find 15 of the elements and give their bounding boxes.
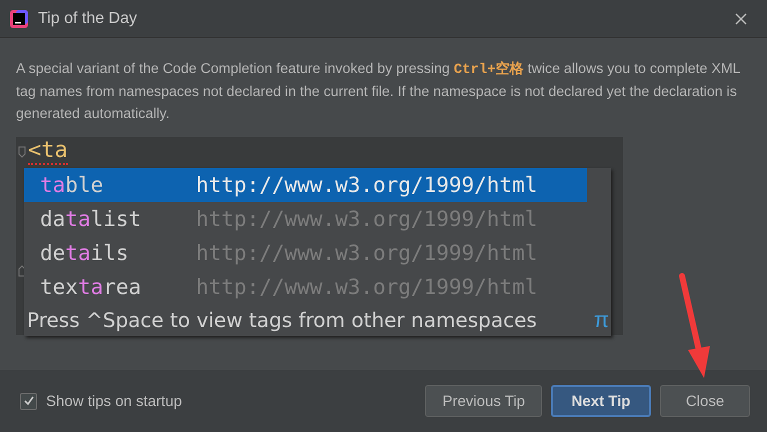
hint-text: Press ^Space to view tags from other namespaces [27,308,537,332]
window-title: Tip of the Day [38,10,138,28]
close-icon [735,12,747,24]
checkbox-label: Show tips on startup [46,392,182,410]
dialog-button[interactable]: Close [660,385,750,417]
dialog-button[interactable]: Next Tip [551,385,651,417]
code-text: <ta [28,139,68,165]
dialog-button[interactable]: Previous Tip [425,385,542,417]
tip-text: A special variant of the Code Completion feature invoked by pressing Ctrl+空格 twice allows you to complete XML tag names from namespaces not declared in the current file. If the namespace is not declared yet the declaration is generated automatically. [16,60,742,124]
check-icon [22,395,34,407]
app-logo-icon [10,10,28,28]
completion-item[interactable]: table http://www.w3.org/1999/html [24,168,587,202]
checkbox[interactable] [20,392,37,410]
pi-symbol: π [594,307,609,333]
fold-marker-icon [18,146,26,158]
